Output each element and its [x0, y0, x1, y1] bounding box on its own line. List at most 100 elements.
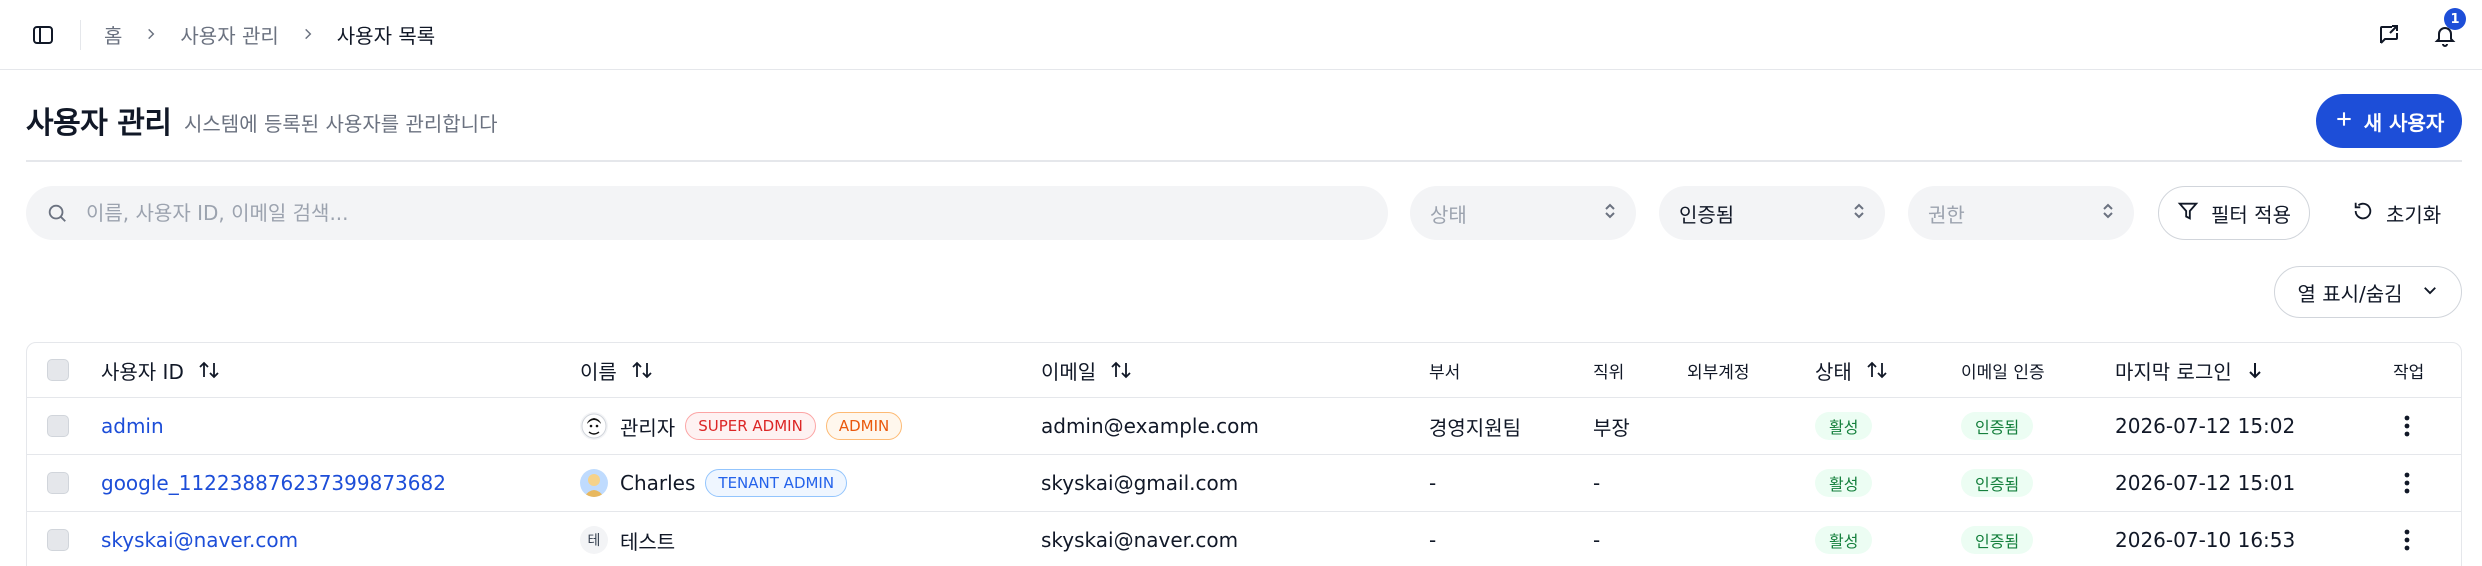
last-login-cell: 2026-07-10 16:53 — [2115, 528, 2296, 552]
header-divider — [26, 160, 2462, 162]
role-tag-tenant-admin: TENANT ADMIN — [705, 469, 848, 497]
sort-icon — [1866, 360, 1888, 380]
divider — [80, 20, 81, 50]
status-badge: 활성 — [1815, 526, 1873, 554]
name-cell: Charles TENANT ADMIN — [580, 455, 848, 511]
status-badge: 활성 — [1815, 469, 1873, 497]
search-input[interactable] — [86, 201, 1366, 225]
column-header-user-id[interactable]: 사용자 ID — [101, 343, 220, 397]
department-cell: - — [1429, 528, 1437, 552]
email-verified-badge: 인증됨 — [1961, 469, 2034, 497]
column-header-label: 상태 — [1815, 359, 1852, 384]
breadcrumb-current: 사용자 목록 — [336, 23, 436, 48]
apply-filter-button[interactable]: 필터 적용 — [2158, 186, 2310, 240]
column-header-label: 사용자 ID — [101, 359, 184, 384]
email-verified-badge: 인증됨 — [1961, 412, 2034, 440]
avatar — [580, 412, 608, 440]
status-select[interactable]: 상태 — [1410, 186, 1636, 240]
column-visibility-label: 열 표시/숨김 — [2297, 281, 2403, 306]
row-checkbox[interactable] — [47, 415, 69, 437]
column-header-actions: 작업 — [2393, 362, 2425, 383]
user-name: 관리자 — [620, 415, 676, 440]
sort-icon — [1110, 360, 1132, 380]
department-cell: - — [1429, 471, 1437, 495]
avatar: 테 — [580, 526, 608, 554]
chevron-right-icon — [301, 27, 315, 41]
breadcrumb-home[interactable]: 홈 — [104, 20, 122, 49]
email-cell: skyskai@gmail.com — [1041, 471, 1239, 495]
sort-icon — [631, 360, 653, 380]
page-subtitle: 시스템에 등록된 사용자를 관리합니다 — [184, 112, 498, 136]
column-header-email[interactable]: 이메일 — [1041, 343, 1132, 397]
page-title: 사용자 관리 — [26, 106, 172, 141]
role-select[interactable]: 권한 — [1908, 186, 2134, 240]
column-header-email-verified: 이메일 인증 — [1961, 362, 2045, 383]
column-header-last-login[interactable]: 마지막 로그인 — [2115, 343, 2264, 397]
user-name: 테스트 — [620, 529, 676, 554]
new-user-button[interactable]: 새 사용자 — [2316, 94, 2462, 148]
column-header-label: 이름 — [580, 359, 617, 384]
more-vertical-icon[interactable] — [2393, 412, 2421, 440]
more-vertical-icon[interactable] — [2393, 469, 2421, 497]
user-id-link[interactable]: admin — [101, 398, 164, 454]
reset-icon — [2352, 200, 2374, 227]
table-row[interactable]: skyskai@naver.com 테 테스트 skyskai@naver.co… — [27, 512, 2461, 566]
search-box — [26, 186, 1388, 240]
reset-button[interactable]: 초기화 — [2352, 186, 2441, 240]
table-row[interactable]: admin 관리자 SUPER ADMIN ADMIN admin@exampl… — [27, 398, 2461, 455]
column-visibility-button[interactable]: 열 표시/숨김 — [2274, 266, 2462, 318]
plus-icon — [2334, 109, 2354, 134]
chevron-up-down-icon — [1602, 201, 1618, 225]
avatar — [580, 469, 608, 497]
column-header-label: 마지막 로그인 — [2115, 359, 2232, 384]
feedback-icon[interactable] — [2372, 18, 2406, 52]
select-all-cell — [47, 343, 69, 397]
department-cell: 경영지원팀 — [1429, 415, 1521, 440]
sort-icon — [198, 360, 220, 380]
last-login-cell: 2026-07-12 15:01 — [2115, 471, 2296, 495]
top-bar: 홈 사용자 관리 사용자 목록 1 — [0, 0, 2482, 70]
chevron-up-down-icon — [1851, 201, 1867, 225]
table-header-row: 사용자 ID 이름 이메일 부서 직위 외부계정 상태 이메일 인증 마지막 로… — [27, 343, 2461, 398]
row-checkbox[interactable] — [47, 472, 69, 494]
chevron-up-down-icon — [2100, 201, 2116, 225]
verification-select-value: 인증됨 — [1679, 202, 1735, 227]
column-header-status[interactable]: 상태 — [1815, 343, 1888, 397]
role-tag-super-admin: SUPER ADMIN — [685, 412, 816, 440]
email-cell: admin@example.com — [1041, 414, 1259, 438]
name-cell: 관리자 SUPER ADMIN ADMIN — [580, 398, 903, 454]
breadcrumb-user-management[interactable]: 사용자 관리 — [180, 20, 278, 49]
more-vertical-icon[interactable] — [2393, 526, 2421, 554]
user-id-link[interactable]: skyskai@naver.com — [101, 512, 298, 566]
select-all-checkbox[interactable] — [47, 359, 69, 381]
role-tag-admin: ADMIN — [825, 412, 903, 440]
reset-label: 초기화 — [2386, 202, 2442, 227]
filter-icon — [2177, 200, 2199, 227]
chevron-right-icon — [144, 27, 158, 41]
bell-icon[interactable]: 1 — [2428, 8, 2466, 52]
table-row[interactable]: google_112238876237399873682 Charles TEN… — [27, 455, 2461, 512]
column-header-position: 직위 — [1593, 362, 1625, 383]
apply-filter-label: 필터 적용 — [2211, 202, 2291, 227]
verification-select[interactable]: 인증됨 — [1659, 186, 1885, 240]
users-table: 사용자 ID 이름 이메일 부서 직위 외부계정 상태 이메일 인증 마지막 로… — [26, 342, 2462, 566]
position-cell: - — [1593, 528, 1601, 552]
column-header-label: 이메일 — [1041, 359, 1097, 384]
notification-count-badge: 1 — [2444, 8, 2466, 30]
role-select-value: 권한 — [1928, 202, 1965, 227]
column-header-department: 부서 — [1429, 362, 1461, 383]
user-name: Charles — [620, 471, 696, 495]
search-icon — [46, 200, 72, 226]
position-cell: - — [1593, 471, 1601, 495]
last-login-cell: 2026-07-12 15:02 — [2115, 414, 2296, 438]
breadcrumb: 홈 사용자 관리 사용자 목록 — [104, 0, 435, 68]
email-cell: skyskai@naver.com — [1041, 528, 1239, 552]
row-checkbox[interactable] — [47, 529, 69, 551]
arrow-down-icon — [2246, 360, 2264, 380]
column-header-external: 외부계정 — [1687, 362, 1750, 383]
user-id-link[interactable]: google_112238876237399873682 — [101, 455, 446, 511]
column-header-name[interactable]: 이름 — [580, 343, 653, 397]
status-badge: 활성 — [1815, 412, 1873, 440]
new-user-label: 새 사용자 — [2363, 110, 2445, 135]
sidebar-toggle-icon[interactable] — [30, 22, 56, 48]
